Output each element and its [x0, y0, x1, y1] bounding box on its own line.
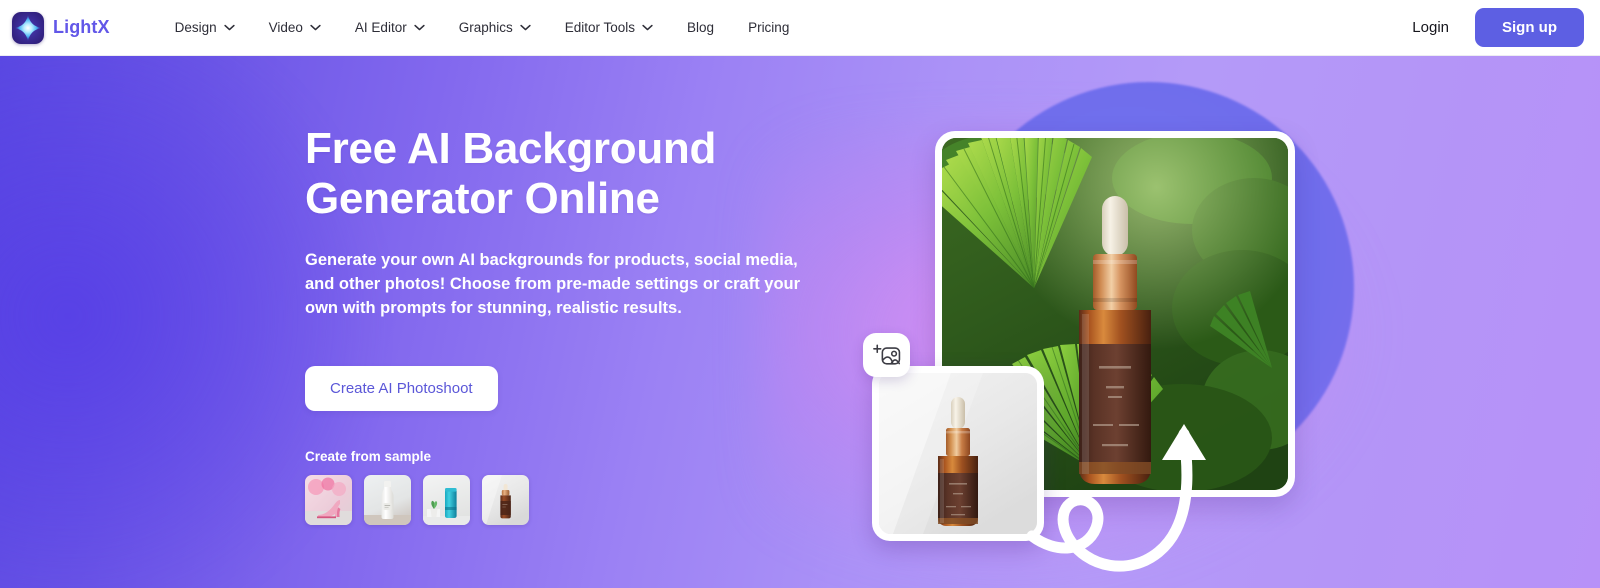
page-title-line-2: Generator Online: [305, 174, 660, 223]
page-title-line-1: Free AI Background: [305, 124, 717, 173]
hero-section: Free AI Background Generator Online Gene…: [0, 56, 1600, 588]
login-link[interactable]: Login: [1386, 19, 1475, 36]
page-title: Free AI Background Generator Online: [305, 124, 865, 224]
nav-item-label: Video: [268, 20, 303, 35]
nav-item-blog[interactable]: Blog: [670, 0, 731, 56]
signup-button[interactable]: Sign up: [1475, 8, 1584, 47]
hero-text-column: Free AI Background Generator Online Gene…: [305, 124, 865, 525]
nav-item-design[interactable]: Design: [158, 0, 252, 56]
sample-thumbnail-pink-high-heel-shoe[interactable]: [305, 475, 352, 525]
source-product-image: [879, 373, 1037, 534]
nav-item-label: Pricing: [748, 20, 790, 35]
nav-item-label: Design: [174, 20, 217, 35]
create-ai-photoshoot-button[interactable]: Create AI Photoshoot: [305, 366, 498, 411]
top-navigation-bar: LightX Design Video AI Editor Graphics E…: [0, 0, 1600, 56]
hero-artwork: [840, 56, 1600, 588]
sample-thumbnail-brown-dropper-bottle[interactable]: [482, 475, 529, 525]
brand-logo-link[interactable]: LightX: [12, 11, 110, 44]
sample-thumbnail-row: [305, 475, 865, 525]
chevron-down-icon: [223, 24, 235, 31]
brand-name-text: LightX: [53, 17, 110, 37]
chevron-down-icon: [520, 24, 531, 31]
primary-nav-links: Design Video AI Editor Graphics Editor T…: [158, 0, 807, 56]
nav-item-label: Graphics: [458, 20, 513, 35]
chevron-down-icon: [414, 24, 425, 31]
sample-thumbnail-teal-tumbler-with-plant[interactable]: [423, 475, 470, 525]
nav-item-video[interactable]: Video: [252, 0, 338, 56]
nav-item-label: Editor Tools: [564, 20, 636, 35]
sample-thumbnail-white-cosmetic-bottle[interactable]: [364, 475, 411, 525]
chevron-down-icon: [642, 24, 653, 31]
chevron-down-icon: [310, 24, 321, 31]
navbar-actions: Login Sign up: [1386, 8, 1600, 47]
source-product-image-card: [872, 366, 1044, 541]
nav-item-editor-tools[interactable]: Editor Tools: [548, 0, 670, 56]
nav-item-label: AI Editor: [354, 20, 407, 35]
nav-item-label: Blog: [687, 20, 715, 35]
lightx-star-logo-icon: [12, 11, 44, 44]
nav-item-pricing[interactable]: Pricing: [731, 0, 806, 56]
nav-item-ai-editor[interactable]: AI Editor: [338, 0, 442, 56]
add-image-icon[interactable]: [863, 333, 910, 377]
create-from-sample-label: Create from sample: [305, 449, 432, 464]
nav-item-graphics[interactable]: Graphics: [442, 0, 548, 56]
hero-description: Generate your own AI backgrounds for pro…: [305, 251, 801, 317]
